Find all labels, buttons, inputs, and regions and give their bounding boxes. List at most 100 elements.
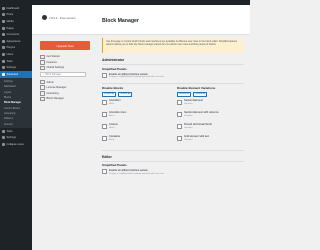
sidebar-item-label: Settings (6, 136, 16, 140)
sidebar-item-comments[interactable]: Comments (0, 31, 32, 38)
disable-all-blocks-button[interactable]: Disable All (117, 91, 133, 97)
block-checkbox[interactable] (177, 99, 182, 105)
sidebar-item-advanced[interactable]: Advanced (0, 70, 32, 78)
block-option-pinned-horizontal-scroll[interactable]: Pinned Horizontal Scroll Variation (177, 123, 244, 135)
sidebar-item-label: Posts (6, 13, 14, 17)
block-text: Section Element Variation (184, 99, 203, 104)
block-checkbox[interactable] (102, 135, 107, 141)
block-text: Pinned Horizontal Scroll Variation (184, 123, 212, 128)
block-checkbox[interactable] (177, 135, 182, 141)
settings-icon (2, 136, 5, 140)
enable-all-variations-button[interactable]: Enable All (177, 91, 192, 97)
block-desc: Block (109, 126, 115, 129)
block-desc: Variation (184, 102, 193, 105)
sidebar-item-label: Plugins (6, 46, 16, 50)
sidebar-item-label: Settings (6, 66, 16, 70)
left-nav-label: License Manager (46, 86, 67, 90)
sidebar-item-label: Appearance (6, 39, 21, 43)
sidebar-submenu: Settings Dashboard Layout Blocks Block Manag… (0, 77, 32, 129)
sidebar-item-label: Advanced (6, 72, 19, 76)
features-icon (40, 60, 45, 65)
license-manager-icon (40, 85, 45, 90)
submenu-item-security[interactable]: Security (0, 122, 32, 127)
sidebar-item-collapse-menu[interactable]: Collapse menu (0, 141, 32, 148)
block-option-container[interactable]: Container Block (102, 135, 169, 147)
block-text: Accordion Item Block (109, 111, 126, 116)
sidebar-item-users[interactable]: Users (0, 51, 32, 58)
left-nav-item-global-settings[interactable]: Global Settings (40, 65, 92, 71)
block-label: Section Element with columns (184, 111, 219, 115)
simplified-option[interactable]: Enable simplified interface panels Displ… (102, 72, 244, 78)
sidebar-item-posts[interactable]: Posts (0, 12, 32, 19)
sidebar-item-label: Dashboard (6, 6, 20, 10)
simplified-panels-title: Simplified Panels (102, 66, 127, 71)
info-notice: Use this page to control which blocks an… (102, 38, 244, 53)
block-label: Accordion (109, 99, 121, 103)
sidebar-item-label: Tools (6, 59, 13, 63)
block-checkbox[interactable] (102, 123, 107, 129)
editor-simplified-checkbox[interactable] (102, 169, 107, 175)
left-search-input[interactable]: ⌕ Block Manager (40, 72, 86, 78)
plugin-version: v 8.2.4 · Free version (49, 15, 76, 20)
block-option-column[interactable]: Column Block (102, 123, 169, 135)
role-title: Administrator (102, 58, 125, 62)
divider (102, 150, 244, 151)
media-icon (2, 19, 5, 23)
simplified-checkbox[interactable] (102, 72, 107, 78)
sidebar-item-tools[interactable]: Tools (0, 58, 32, 65)
left-nav: Get Started Features Global Settings (40, 54, 92, 71)
block-label: Section Element (184, 99, 203, 103)
block-manager-icon (40, 96, 45, 102)
block-text: Grid element with text Variation (184, 135, 209, 140)
search-placeholder: Block Manager (45, 73, 62, 77)
block-label: Grid element with text (184, 135, 210, 139)
disable-variations-column: Disable Element Variations Enable All Di… (177, 86, 244, 147)
sidebar-item-plugins[interactable]: Plugins (0, 45, 32, 52)
block-desc: Block (109, 102, 115, 105)
sidebar-item-settings[interactable]: Settings (0, 135, 32, 142)
settings-panel: Administrator Simplified Panels Enable s… (102, 58, 244, 175)
block-desc: Block (109, 138, 115, 141)
left-nav-label: Get Started (46, 55, 60, 59)
plugin-header: v 8.2.4 · Free version Block Manager (32, 5, 250, 35)
sidebar-item-dashboard[interactable]: Dashboard (0, 5, 32, 12)
sidebar-item-label: Media (6, 19, 14, 23)
left-panel: Upgrade Now Get Started Features Global Se… (40, 41, 92, 102)
sidebar-item-appearance[interactable]: Appearance (0, 38, 32, 45)
left-nav-label: Gutenberg (46, 91, 59, 95)
editor-role-title: Editor (102, 154, 112, 159)
sidebar-item-media[interactable]: Media (0, 18, 32, 25)
sidebar-item-pages[interactable]: Pages (0, 25, 32, 32)
block-option-accordion-item[interactable]: Accordion Item Block (102, 111, 169, 123)
left-nav-item-block-manager[interactable]: Block Manager (40, 96, 92, 102)
block-option-grid-element-with-text[interactable]: Grid element with text Variation (177, 135, 244, 147)
editor-simplified-option[interactable]: Enable simplified interface panels Displ… (102, 169, 244, 175)
block-label: Container (109, 135, 121, 139)
block-checkbox[interactable] (177, 123, 182, 129)
simplified-desc: Display a simplified block settings pane… (109, 75, 165, 78)
divider (102, 160, 244, 162)
get-started-icon (40, 54, 45, 60)
block-option-accordion[interactable]: Accordion Block (102, 99, 169, 111)
block-option-section-element-with-columns[interactable]: Section Element with columns Variation (177, 111, 244, 123)
gutenberg-icon (40, 91, 45, 96)
block-checkbox[interactable] (177, 111, 182, 117)
divider (102, 64, 244, 65)
upgrade-button[interactable]: Upgrade Now (40, 41, 90, 50)
block-text: Section Element with columns Variation (184, 111, 219, 116)
enable-all-blocks-button[interactable]: Enable All (102, 91, 117, 97)
block-option-section-element[interactable]: Section Element Variation (177, 99, 244, 111)
editor-simplified-desc: Display a simplified block settings pane… (109, 172, 165, 175)
plugin-logo-icon (42, 15, 47, 20)
block-desc: Variation (184, 114, 193, 117)
disable-all-variations-button[interactable]: Disable All (192, 91, 208, 97)
sidebar-item-label: Comments (6, 33, 20, 37)
sidebar-item-tools[interactable]: Tools (0, 128, 32, 135)
divider (102, 82, 244, 84)
star-icon (2, 72, 5, 76)
search-icon: ⌕ (43, 73, 45, 77)
block-checkbox[interactable] (102, 111, 107, 117)
block-checkbox[interactable] (102, 99, 107, 105)
sidebar-item-settings[interactable]: Settings (0, 64, 32, 71)
admin-icon (40, 79, 45, 85)
